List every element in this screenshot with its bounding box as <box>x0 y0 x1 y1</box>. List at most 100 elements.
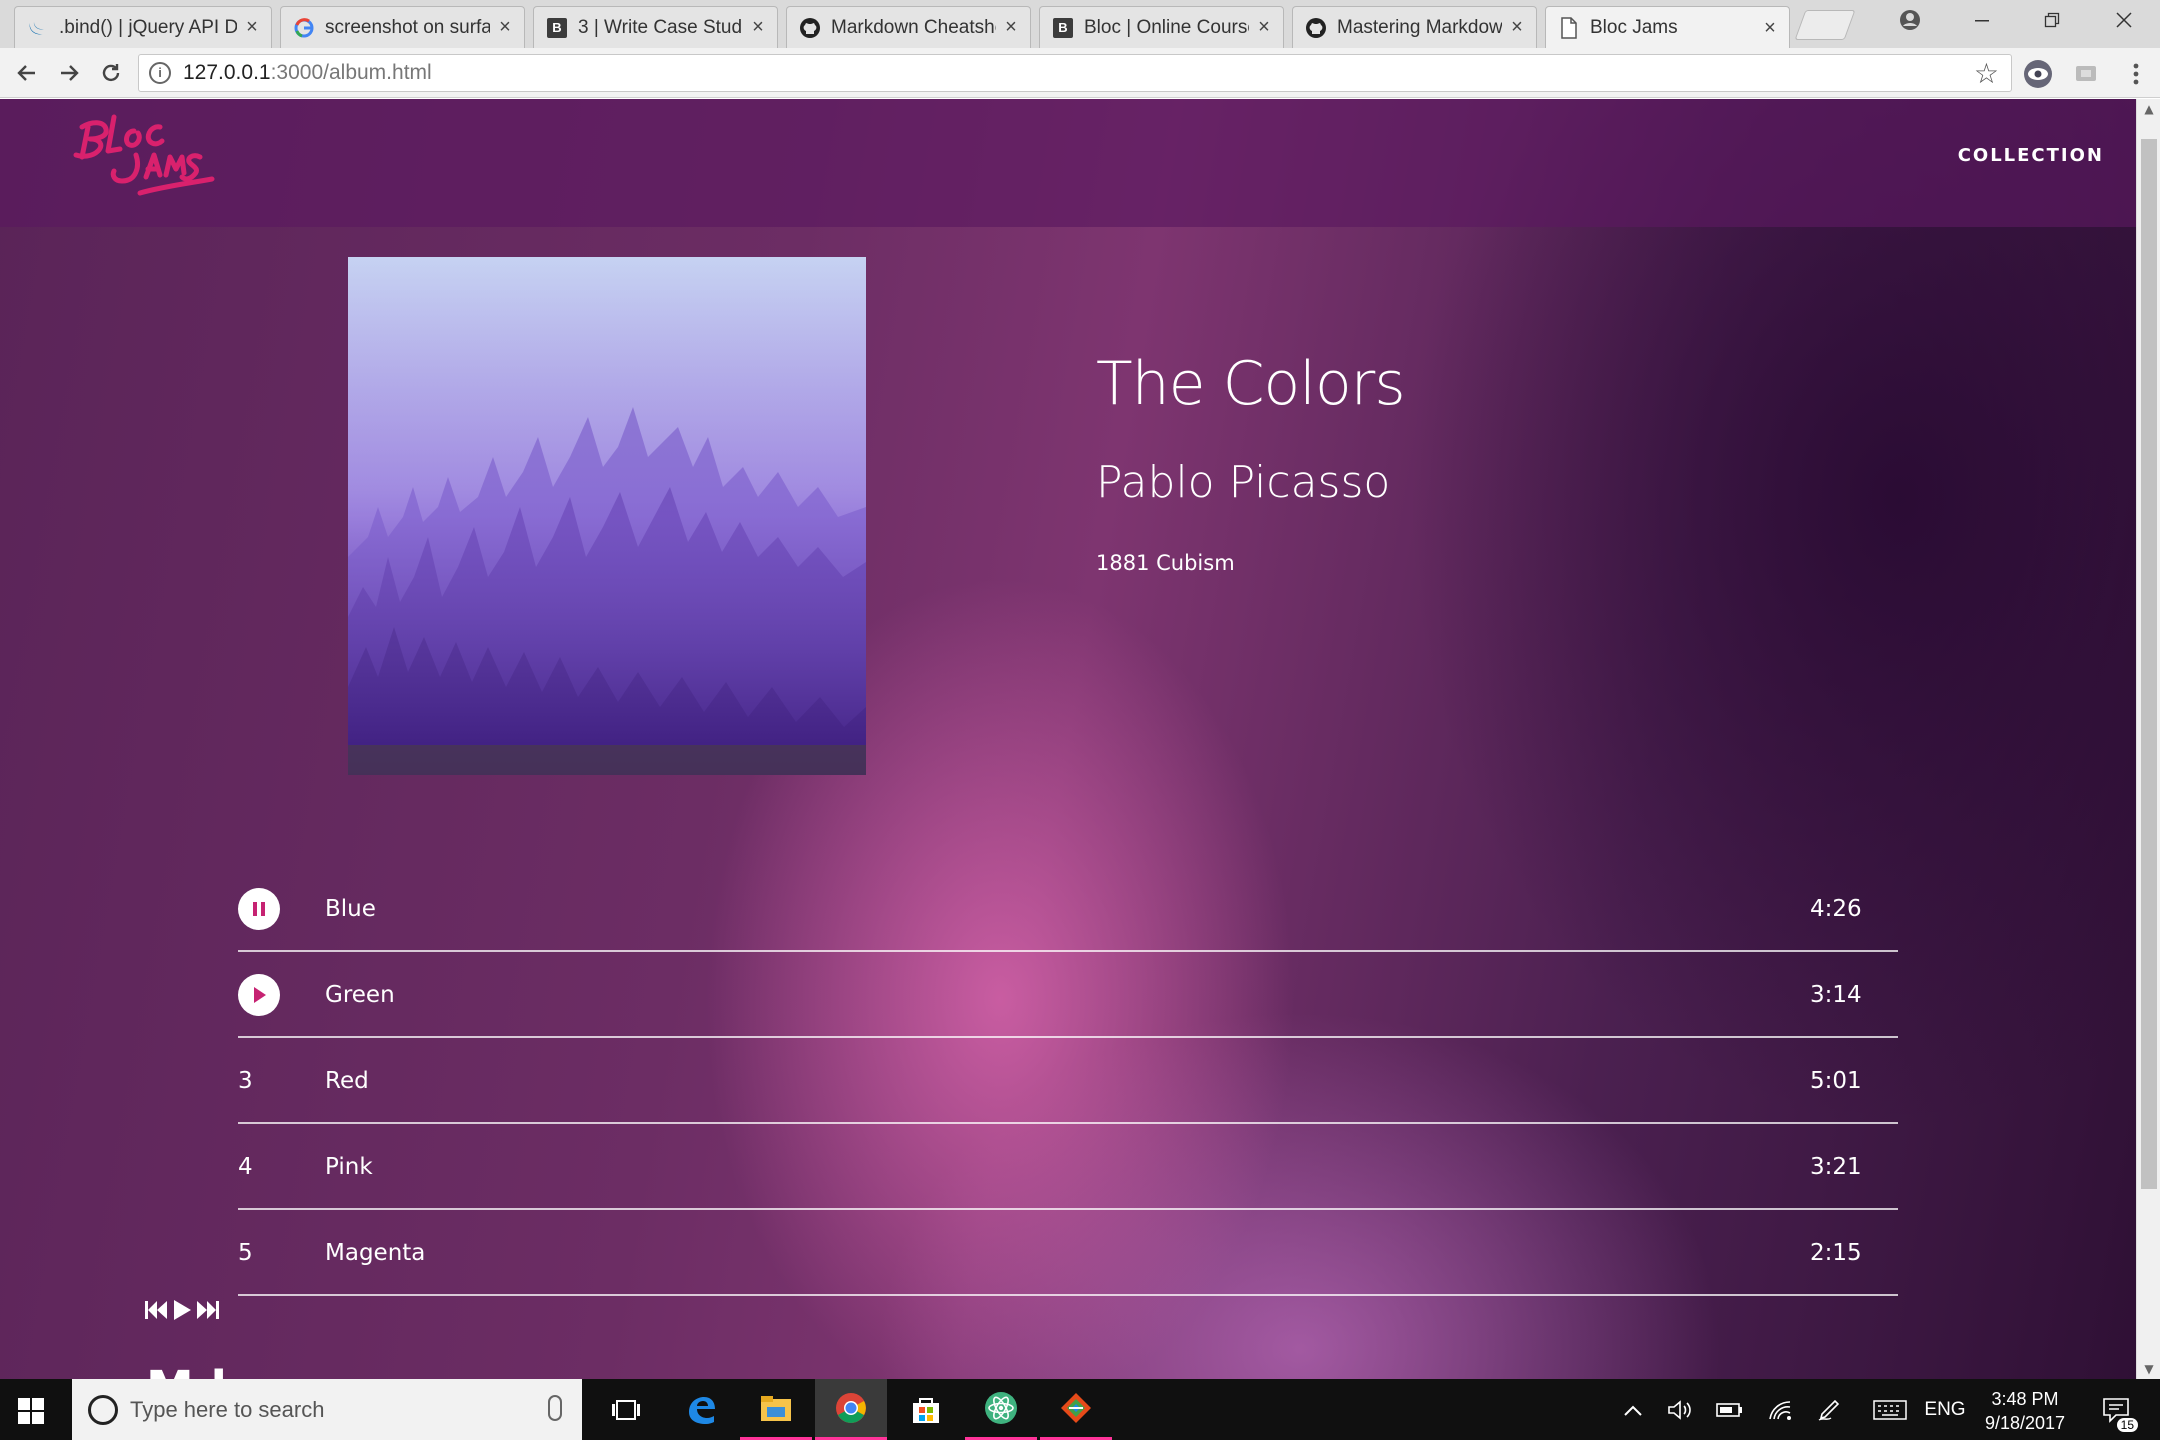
show-hidden-icons[interactable] <box>1618 1379 1648 1440</box>
browser-tab[interactable]: Mastering Markdow × <box>1292 6 1537 48</box>
song-number[interactable]: 5 <box>238 1210 282 1296</box>
touch-keyboard-icon[interactable] <box>1868 1379 1912 1440</box>
scrollbar-thumb[interactable] <box>2141 139 2157 1189</box>
atom-editor-icon[interactable] <box>965 1379 1037 1440</box>
taskbar-search-box[interactable]: Type here to search <box>72 1379 582 1440</box>
song-duration: 5:01 <box>1810 1068 1862 1094</box>
edge-browser-icon[interactable] <box>665 1379 737 1440</box>
browser-tab-active[interactable]: Bloc Jams × <box>1545 6 1790 49</box>
album-title: The Colors <box>1096 349 1406 419</box>
album-cover-art <box>348 257 866 775</box>
song-row[interactable]: 5 Magenta 2:15 <box>238 1210 1898 1296</box>
volume-icon[interactable] <box>1662 1379 1698 1440</box>
song-title: Red <box>325 1068 369 1094</box>
song-row[interactable]: Green 3:14 <box>238 952 1898 1038</box>
song-title: Blue <box>325 896 376 922</box>
new-tab-button[interactable] <box>1794 10 1856 40</box>
bloc-jams-logo[interactable] <box>68 99 228 211</box>
close-tab-icon[interactable]: × <box>496 16 514 39</box>
next-track-icon[interactable] <box>196 1299 220 1325</box>
info-icon[interactable]: i <box>149 62 171 84</box>
browser-tab[interactable]: B 3 | Write Case Studie × <box>533 6 778 48</box>
close-tab-icon[interactable]: × <box>1255 16 1273 39</box>
close-tab-icon[interactable]: × <box>1508 16 1526 39</box>
input-language[interactable]: ENG <box>1920 1379 1970 1440</box>
extension-eye-icon[interactable] <box>2024 60 2052 88</box>
song-title: Magenta <box>325 1240 426 1266</box>
chrome-icon[interactable] <box>815 1379 887 1440</box>
song-row[interactable]: Blue 4:26 <box>238 866 1898 952</box>
song-duration: 3:14 <box>1810 982 1862 1008</box>
browser-tab[interactable]: .bind() | jQuery API D × <box>14 6 272 48</box>
browser-toolbar: i 127.0.0.1:3000/album.html ☆ <box>0 48 2160 98</box>
song-duration: 2:15 <box>1810 1240 1862 1266</box>
song-number-cell[interactable] <box>238 866 282 952</box>
play-button[interactable] <box>238 974 280 1016</box>
cutoff-heading: M l <box>146 1361 227 1379</box>
clock-time: 3:48 PM <box>1991 1389 2059 1409</box>
song-duration: 3:21 <box>1810 1154 1862 1180</box>
scroll-up-arrow-icon[interactable]: ▲ <box>2137 99 2160 119</box>
windows-taskbar: Type here to search ENG 3:48 PM 9/18/201… <box>0 1379 2160 1440</box>
close-tab-icon[interactable]: × <box>243 16 261 39</box>
song-row[interactable]: 3 Red 5:01 <box>238 1038 1898 1124</box>
google-icon <box>293 17 315 39</box>
profile-icon[interactable] <box>1880 0 1940 40</box>
browser-tab[interactable]: Markdown Cheatshe × <box>786 6 1031 48</box>
bookmark-star-icon[interactable]: ☆ <box>1974 57 1999 90</box>
song-duration: 4:26 <box>1810 896 1862 922</box>
play-icon[interactable] <box>172 1299 192 1325</box>
song-list: Blue 4:26 Green 3:14 3 Red 5:01 4 Pink 3… <box>238 866 1898 1296</box>
song-title: Green <box>325 982 395 1008</box>
extension-cast-icon[interactable] <box>2072 60 2100 88</box>
browser-tab[interactable]: screenshot on surfac × <box>280 6 525 48</box>
microphone-icon[interactable] <box>548 1395 562 1421</box>
task-view-icon[interactable] <box>590 1379 662 1440</box>
navbar: COLLECTION <box>0 99 2136 227</box>
chrome-menu-icon[interactable] <box>2122 60 2150 88</box>
nav-link-collection[interactable]: COLLECTION <box>1958 145 2104 166</box>
page-scrollbar[interactable]: ▲ ▼ <box>2136 99 2160 1379</box>
bloc-icon: B <box>1052 17 1074 39</box>
minimize-button[interactable] <box>1952 0 2012 40</box>
file-explorer-icon[interactable] <box>740 1379 812 1440</box>
jquery-icon <box>27 17 49 39</box>
browser-tab-strip: .bind() | jQuery API D × screenshot on s… <box>0 0 2160 49</box>
album-artist: Pablo Picasso <box>1096 457 1391 508</box>
windows-start-icon[interactable] <box>18 1398 44 1424</box>
bloc-icon: B <box>546 17 568 39</box>
album-page: COLLECTION The Colors Pablo Picasso 1881… <box>0 99 2136 1379</box>
close-window-button[interactable] <box>2094 0 2154 40</box>
back-button[interactable] <box>10 56 44 90</box>
github-icon <box>799 17 821 39</box>
url-host: 127.0.0.1 <box>183 61 271 84</box>
clock-date: 9/18/2017 <box>1984 1413 2066 1433</box>
album-release-info: 1881 Cubism <box>1096 551 1235 575</box>
git-tool-icon[interactable] <box>1040 1379 1112 1440</box>
song-row[interactable]: 4 Pink 3:21 <box>238 1124 1898 1210</box>
song-number[interactable]: 3 <box>238 1038 282 1124</box>
address-bar[interactable]: i 127.0.0.1:3000/album.html ☆ <box>138 54 2012 92</box>
store-icon[interactable] <box>890 1379 962 1440</box>
previous-track-icon[interactable] <box>144 1299 168 1325</box>
github-icon <box>1305 17 1327 39</box>
pause-button[interactable] <box>238 888 280 930</box>
close-tab-icon[interactable]: × <box>749 16 767 39</box>
url-path: :3000/album.html <box>270 61 432 84</box>
browser-tab[interactable]: B Bloc | Online Course × <box>1039 6 1284 48</box>
wifi-icon[interactable] <box>1762 1379 1798 1440</box>
forward-button[interactable] <box>52 56 86 90</box>
song-number-cell[interactable] <box>238 952 282 1038</box>
restore-button[interactable] <box>2022 0 2082 40</box>
battery-icon[interactable] <box>1712 1379 1748 1440</box>
taskbar-clock[interactable]: 3:48 PM 9/18/2017 <box>1970 1387 2080 1435</box>
close-tab-icon[interactable]: × <box>1761 17 1779 40</box>
close-tab-icon[interactable]: × <box>1002 16 1020 39</box>
pen-workspace-icon[interactable] <box>1812 1379 1848 1440</box>
player-controls <box>144 1299 220 1325</box>
action-center-icon[interactable]: 15 <box>2092 1379 2142 1440</box>
scroll-down-arrow-icon[interactable]: ▼ <box>2137 1359 2160 1379</box>
song-number[interactable]: 4 <box>238 1124 282 1210</box>
reload-button[interactable] <box>94 56 128 90</box>
song-title: Pink <box>325 1154 373 1180</box>
